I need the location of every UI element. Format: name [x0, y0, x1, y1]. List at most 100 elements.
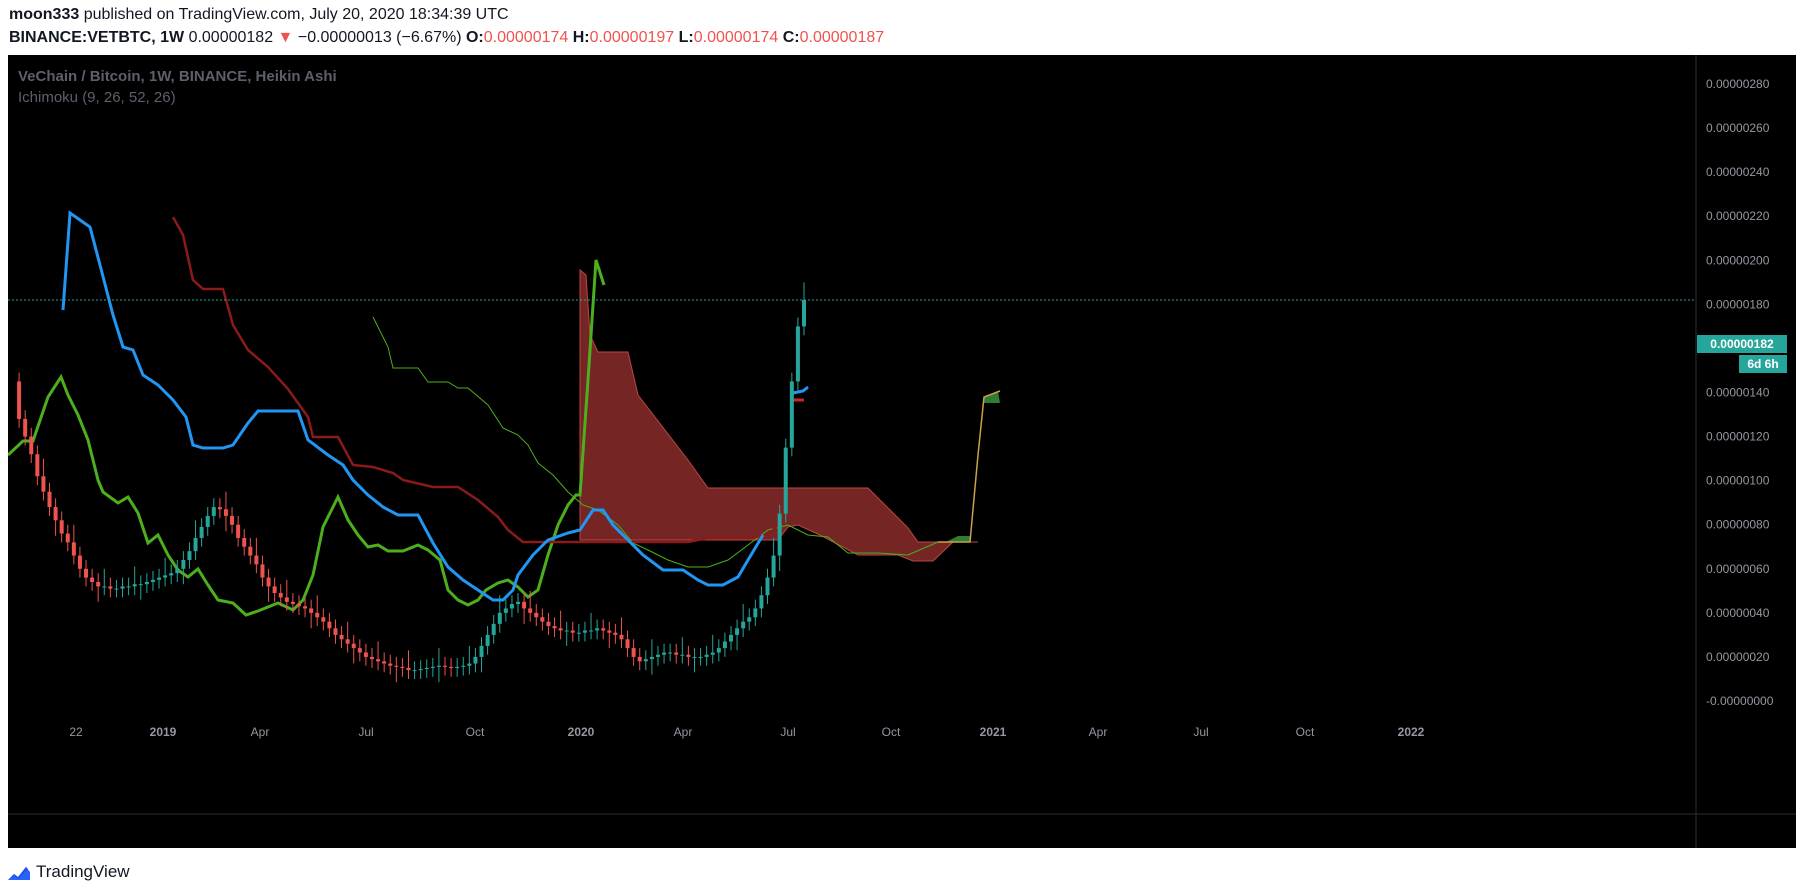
candle [388, 654, 393, 675]
candle-body [254, 555, 259, 565]
candle [747, 608, 752, 631]
candle-body [473, 656, 478, 664]
footer-brand[interactable]: TradingView [8, 858, 130, 886]
change-arrow-icon: ▼ [277, 29, 294, 46]
leading-span-future [938, 390, 1001, 543]
candle-body [369, 656, 374, 660]
candle-body [595, 628, 600, 631]
price-chart-svg[interactable]: 0.00000280 0.00000260 0.00000240 0.00000220… [6, 55, 1796, 848]
candle-body [564, 630, 569, 632]
legend-title: VeChain / Bitcoin, 1W, BINANCE, Heikin A… [18, 68, 337, 85]
candle [400, 658, 405, 677]
candle [582, 621, 587, 642]
candle-body [625, 639, 630, 649]
candle-body [126, 586, 131, 588]
candle-body [576, 632, 581, 634]
candle-body [90, 577, 95, 583]
candle-body [132, 584, 137, 587]
symbol-info: BINANCE:VETBTC, 1W 0.00000182 ▼ −0.00000… [9, 29, 884, 47]
candle-body [783, 447, 788, 514]
candle-body [248, 546, 253, 556]
price-axis[interactable]: 0.00000280 0.00000260 0.00000240 0.00000220… [1706, 77, 1774, 708]
symbol-label: BINANCE:VETBTC, 1W [9, 29, 185, 46]
candle-body [722, 641, 727, 649]
candle [254, 537, 259, 574]
candle [576, 623, 581, 642]
candle-body [777, 513, 782, 556]
time-axis[interactable]: 22 2019 Apr Jul Oct 2020 Apr Jul Oct 2021 Apr Jul Oc… [69, 725, 1424, 739]
candle-body [35, 454, 40, 477]
candle [242, 529, 247, 556]
candle-body [290, 601, 295, 605]
candle-body [65, 533, 70, 543]
candle [35, 445, 40, 486]
candle [783, 438, 788, 523]
candle-body [376, 659, 381, 662]
price-tick-label: 0.00000140 [1706, 386, 1770, 400]
candle-body [680, 654, 685, 656]
candle [309, 599, 314, 629]
candle-body [802, 299, 806, 327]
candle [436, 648, 441, 683]
candle [77, 546, 82, 578]
countdown-label: 6d 6h [1747, 357, 1778, 371]
candle-body [23, 418, 28, 437]
candle-body [637, 656, 642, 662]
plot-layer [6, 210, 1696, 683]
chart-area[interactable]: 0.00000280 0.00000260 0.00000240 0.00000220… [6, 55, 1796, 848]
candle [443, 656, 448, 676]
candle-body [278, 593, 283, 598]
price-tick-label: 0.00000020 [1706, 650, 1770, 664]
candle [406, 650, 411, 679]
low-value: 0.00000174 [693, 29, 779, 46]
author-name[interactable]: moon333 [9, 6, 79, 23]
kumo-cloud-bullish-future [984, 391, 1000, 403]
tradingview-logo-icon [8, 867, 30, 880]
candle-body [759, 595, 764, 609]
time-tick-label: 2021 [980, 725, 1007, 739]
candle-body [205, 515, 210, 527]
price-tick-label: 0.00000040 [1706, 606, 1770, 620]
candle [351, 634, 356, 664]
candle-body [357, 648, 362, 653]
candle [473, 648, 478, 673]
candle [637, 648, 642, 671]
candle-body [528, 608, 533, 613]
candle-body [692, 656, 697, 658]
candle [205, 507, 210, 536]
candle [765, 568, 770, 605]
candle [169, 564, 174, 585]
candle [503, 599, 508, 622]
candle [692, 648, 697, 673]
candle [248, 537, 253, 565]
candle [59, 511, 64, 543]
candle [467, 645, 472, 675]
candle-body [29, 436, 34, 455]
candle-body [120, 586, 125, 589]
candle [558, 610, 563, 640]
candle-body [187, 551, 192, 560]
candle-body [589, 630, 594, 632]
candle [17, 372, 22, 428]
candle [722, 632, 727, 657]
candle-body [613, 632, 618, 635]
candle [71, 524, 76, 565]
tradingview-brand-text: TradingView [36, 862, 130, 881]
candle [357, 639, 362, 662]
candle-body [443, 665, 448, 667]
candle [126, 577, 131, 596]
candle [589, 612, 594, 640]
price-tick-label: 0.00000060 [1706, 562, 1770, 576]
candle [534, 604, 539, 627]
time-tick-label: Oct [1296, 725, 1315, 739]
candle [41, 458, 46, 501]
candle [230, 507, 235, 534]
candle-body [296, 604, 301, 607]
candle [655, 645, 660, 666]
candle [704, 645, 709, 666]
candle [418, 660, 423, 679]
candle [138, 575, 143, 600]
candle [412, 661, 417, 679]
candle-body [534, 612, 539, 618]
candle [223, 491, 228, 532]
